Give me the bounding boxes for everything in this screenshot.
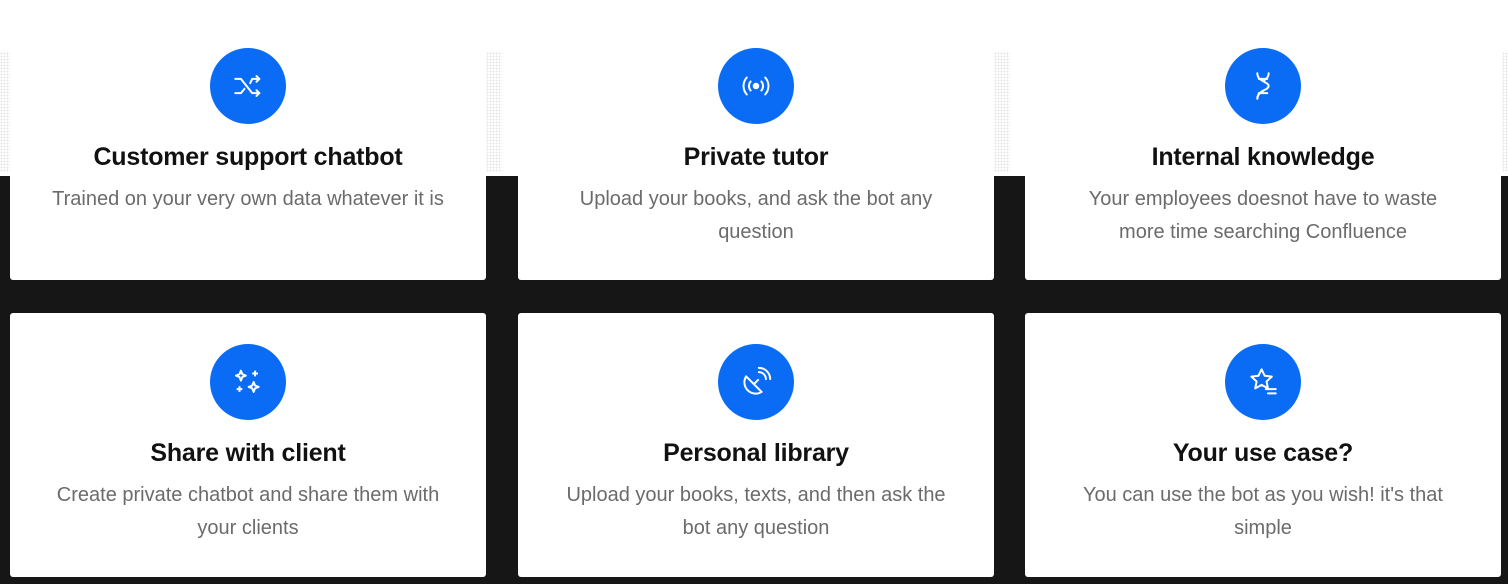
use-case-card-share-with-client: Share with client Create private chatbot… [10, 313, 486, 577]
dna-icon [1225, 48, 1301, 124]
use-case-card-internal-knowledge: Internal knowledge Your employees doesno… [1025, 0, 1501, 280]
star-list-icon [1225, 344, 1301, 420]
card-title: Share with client [150, 439, 346, 467]
satellite-dish-icon [718, 344, 794, 420]
use-case-card-customer-support: Customer support chatbot Trained on your… [10, 0, 486, 280]
card-description: Create private chatbot and share them wi… [56, 484, 440, 539]
use-case-card-your-use-case: Your use case? You can use the bot as yo… [1025, 313, 1501, 577]
card-description: You can use the bot as you wish! it's th… [1083, 484, 1443, 539]
use-case-card-private-tutor: Private tutor Upload your books, and ask… [518, 0, 994, 280]
card-description: Your employees doesnot have to waste mor… [1088, 188, 1438, 243]
card-title: Customer support chatbot [93, 143, 403, 171]
broadcast-icon [718, 48, 794, 124]
use-case-grid: Customer support chatbot Trained on your… [0, 0, 1508, 584]
card-title: Private tutor [683, 143, 829, 171]
card-title: Personal library [663, 439, 849, 467]
card-description: Upload your books, and ask the bot any q… [579, 188, 933, 243]
card-description: Trained on your very own data whatever i… [52, 188, 444, 210]
card-title: Internal knowledge [1151, 143, 1375, 171]
shuffle-icon [210, 48, 286, 124]
card-title: Your use case? [1172, 439, 1354, 467]
use-case-card-personal-library: Personal library Upload your books, text… [518, 313, 994, 577]
card-description: Upload your books, texts, and then ask t… [566, 484, 946, 539]
sparkles-icon [210, 344, 286, 420]
